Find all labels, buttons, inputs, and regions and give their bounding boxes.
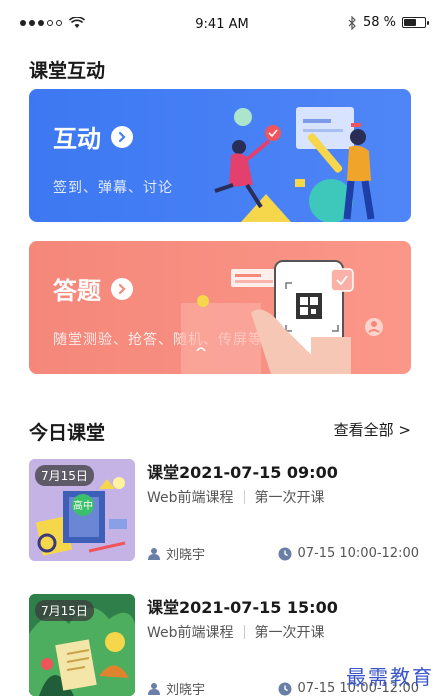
quiz-illustration: [181, 260, 383, 374]
battery-icon: [402, 17, 429, 28]
chevron-right-icon: [111, 277, 133, 300]
course-name: Web前端课程: [147, 625, 234, 641]
watermark: 最需教育: [346, 665, 434, 689]
meta-divider: [243, 625, 245, 639]
quiz-card[interactable]: 答题 随堂测验、抢答、随机、传屏等: [29, 241, 411, 374]
course-cover: 7月15日: [29, 594, 135, 696]
course-lesson: 第一次开课: [254, 490, 325, 506]
course-date-tag: 7月15日: [35, 465, 94, 486]
interaction-card-title: 互动: [53, 119, 133, 154]
teacher-name: 刘晓宇: [166, 683, 206, 698]
clock-icon: [278, 682, 292, 695]
battery-fill: [404, 19, 416, 26]
chevron-right-icon: [111, 125, 133, 148]
teacher-info: 刘晓宇: [147, 679, 205, 698]
teacher-icon: [148, 682, 160, 695]
course-card[interactable]: 高中 7月15日 课堂2021-07-15 09:00 Web前端课程 第一次开…: [29, 459, 419, 567]
battery-percent: 58 %: [362, 15, 396, 30]
cover-badge-text: 高中: [73, 499, 93, 512]
teacher-info: 刘晓宇: [147, 544, 205, 563]
course-lesson: 第一次开课: [254, 625, 325, 641]
interaction-card[interactable]: 互动 签到、弹幕、讨论: [29, 89, 411, 222]
course-name: Web前端课程: [147, 490, 234, 506]
time-info: 07-15 10:00-12:00: [278, 546, 419, 561]
interaction-card-subtitle: 签到、弹幕、讨论: [53, 180, 173, 196]
quiz-card-title: 答题: [53, 271, 133, 306]
course-title: 课堂2021-07-15 15:00: [147, 598, 338, 617]
course-cover: 高中 7月15日: [29, 459, 135, 561]
clock-icon: [278, 547, 292, 560]
status-right: 58 %: [348, 15, 429, 30]
meta-divider: [243, 490, 245, 504]
status-bar: 9:41 AM 58 %: [0, 0, 444, 48]
course-meta: Web前端课程 第一次开课: [147, 487, 325, 507]
course-meta: Web前端课程 第一次开课: [147, 622, 325, 642]
course-date-tag: 7月15日: [35, 600, 94, 621]
bluetooth-icon: [348, 15, 356, 30]
course-time: 07-15 10:00-12:00: [297, 546, 419, 561]
teacher-name: 刘晓宇: [166, 548, 206, 563]
course-title: 课堂2021-07-15 09:00: [147, 463, 338, 482]
teacher-icon: [148, 547, 160, 560]
see-all-link[interactable]: 查看全部 >: [334, 419, 411, 440]
interaction-card-label: 互动: [53, 125, 101, 153]
course-footer: 刘晓宇 07-15 10:00-12:00: [147, 544, 419, 563]
section-title-today: 今日课堂: [29, 422, 106, 444]
quiz-card-label: 答题: [53, 277, 101, 305]
section-title-interaction: 课堂互动: [29, 60, 106, 82]
interaction-illustration: [214, 107, 375, 222]
